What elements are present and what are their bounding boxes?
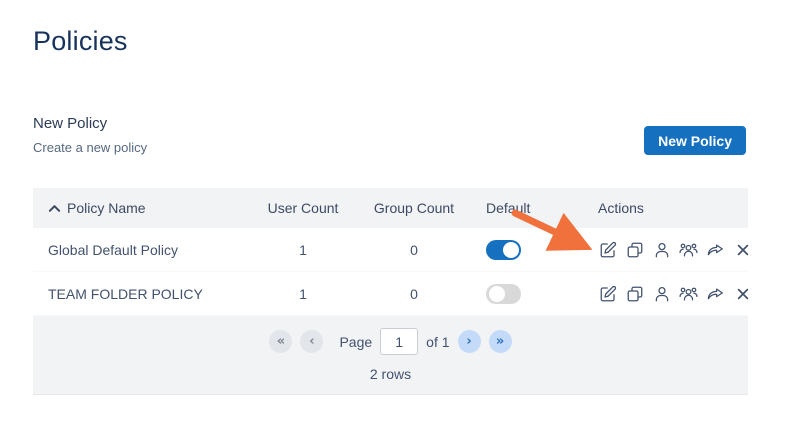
toggle-knob [503,241,519,258]
table-row: TEAM FOLDER POLICY 1 0 [33,272,748,316]
manage-groups-icon[interactable] [679,284,698,303]
sort-ascending-icon[interactable] [48,203,61,214]
edit-policy-icon[interactable] [598,240,617,259]
policy-name-cell: Global Default Policy [48,241,178,258]
page-title: Policies [33,26,128,56]
actions-cell [590,284,752,303]
toggle-knob [489,285,505,302]
table-row: Global Default Policy 1 0 [33,228,748,272]
manage-users-icon[interactable] [652,284,671,303]
policies-page: Policies New Policy Create a new policy … [0,0,798,432]
page-of-label: of 1 [426,333,450,350]
new-policy-button[interactable]: New Policy [644,126,746,155]
previous-page-button[interactable]: ‹ [300,330,324,353]
group-count-cell: 0 [410,241,418,258]
table-header-row: Policy Name User Count Group Count Defau… [33,188,748,228]
export-policy-icon[interactable] [706,284,725,303]
delete-policy-icon[interactable] [733,240,752,259]
column-header-group-count[interactable]: Group Count [358,200,470,216]
new-policy-subheading: Create a new policy [33,140,148,155]
delete-policy-icon[interactable] [733,284,752,303]
column-header-user-count[interactable]: User Count [248,200,358,216]
page-label: Page [339,333,373,350]
policy-name-cell: TEAM FOLDER POLICY [48,285,203,302]
first-page-button[interactable]: « [269,330,293,353]
last-page-button[interactable]: » [488,330,512,353]
edit-policy-icon[interactable] [598,284,617,303]
column-header-policy-name[interactable]: Policy Name [33,200,248,216]
user-count-cell: 1 [299,285,307,302]
table-footer: « ‹ Page of 1 › » 2 rows [33,316,748,395]
column-header-label: Policy Name [67,200,146,216]
default-cell [470,283,590,304]
actions-cell [590,240,752,259]
group-count-cell: 0 [410,285,418,302]
column-header-actions: Actions [598,200,644,216]
column-header-default[interactable]: Default [470,200,590,216]
manage-users-icon[interactable] [652,240,671,259]
default-toggle[interactable] [486,239,521,260]
copy-policy-icon[interactable] [625,284,644,303]
rows-summary: 2 rows [369,366,412,382]
default-cell [470,239,590,260]
export-policy-icon[interactable] [706,240,725,259]
copy-policy-icon[interactable] [625,240,644,259]
policies-table: Policy Name User Count Group Count Defau… [33,188,748,395]
pagination: « ‹ Page of 1 › » [33,328,748,355]
manage-groups-icon[interactable] [679,240,698,259]
new-policy-heading: New Policy [33,115,108,132]
page-number-input[interactable] [380,328,419,355]
next-page-button[interactable]: › [457,330,481,353]
default-toggle[interactable] [486,283,521,304]
user-count-cell: 1 [299,241,307,258]
